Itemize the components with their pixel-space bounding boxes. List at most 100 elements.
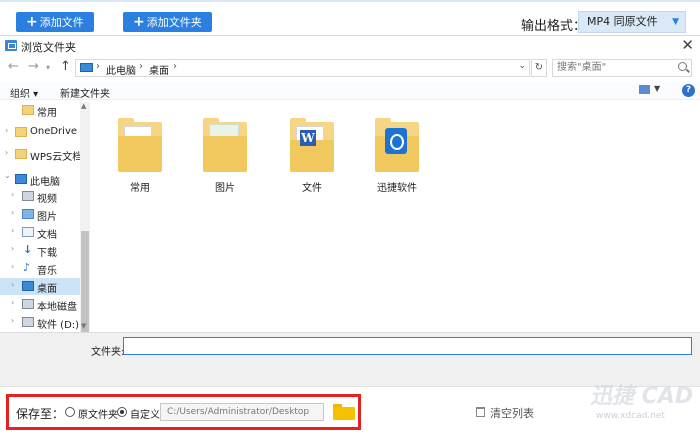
folder-icon — [15, 127, 27, 137]
tree-item-label: 桌面 — [37, 284, 57, 295]
trash-icon — [476, 407, 485, 417]
recent-dropdown-icon[interactable]: ▾ — [46, 63, 50, 72]
tree-item-music[interactable]: › ♪ 音乐 — [0, 260, 80, 277]
tree-item-this-pc[interactable]: ⌄ 此电脑 — [0, 171, 80, 188]
drive-icon — [22, 299, 34, 309]
add-file-button[interactable]: + 添加文件 — [16, 12, 94, 32]
chevron-right-icon[interactable]: › — [11, 298, 14, 307]
add-folder-label: 添加文件夹 — [146, 16, 202, 29]
chevron-right-icon[interactable]: › — [5, 126, 8, 135]
dialog-title-bar: 浏览文件夹 ✕ — [0, 36, 700, 56]
tree-item-pictures[interactable]: › 图片 — [0, 206, 80, 223]
view-icon[interactable] — [639, 85, 650, 94]
computer-icon — [15, 174, 27, 184]
add-file-label: 添加文件 — [39, 16, 84, 29]
app-folder-icon — [375, 116, 419, 172]
close-icon[interactable]: ✕ — [681, 36, 694, 54]
document-icon — [22, 227, 34, 237]
desktop-icon — [22, 281, 34, 291]
tree-scrollbar-thumb[interactable] — [81, 231, 89, 336]
breadcrumb-separator: › — [139, 61, 143, 72]
music-icon: ♪ — [23, 261, 31, 274]
video-icon — [22, 191, 34, 201]
chevron-right-icon[interactable]: › — [11, 208, 14, 217]
tree-item-label: 音乐 — [37, 266, 57, 277]
help-icon[interactable]: ? — [682, 84, 695, 97]
address-bar[interactable]: › 此电脑 › 桌面 › ⌄ — [75, 59, 530, 77]
folder-item-label: 图片 — [215, 183, 235, 194]
back-arrow-icon[interactable]: ← — [8, 59, 19, 74]
up-arrow-icon[interactable]: ↑ — [60, 59, 71, 74]
chevron-down-icon[interactable]: ▼ — [654, 84, 660, 93]
computer-icon — [80, 63, 93, 72]
app-toolbar: + 添加文件 + 添加文件夹 输出格式： MP4 同原文件 ▼ — [0, 0, 700, 35]
tree-item-onedrive[interactable]: › OneDrive — [0, 124, 80, 141]
organize-menu[interactable]: 组织 ▾ — [10, 85, 38, 100]
tree-item-wps-cloud[interactable]: › WPS云文档 — [0, 146, 83, 163]
tree-item-desktop[interactable]: › 桌面 — [0, 278, 80, 295]
image-folder-icon — [203, 116, 247, 172]
folder-item-label: 文件 — [302, 183, 322, 194]
folder-name-input[interactable] — [123, 337, 692, 355]
tree-item-disk-d[interactable]: › 软件 (D:) — [0, 314, 80, 331]
chevron-right-icon[interactable]: › — [11, 244, 14, 253]
browse-folder-icon[interactable] — [333, 404, 355, 420]
chevron-right-icon[interactable]: › — [5, 148, 8, 157]
output-format-value: MP4 同原文件 — [587, 15, 658, 28]
custom-folder-radio[interactable] — [117, 407, 127, 417]
tree-item-videos[interactable]: › 视频 — [0, 188, 80, 205]
tree-item-local-disk-c[interactable]: › 本地磁盘 ( — [0, 296, 84, 313]
tree-item-label: 常用 — [37, 108, 57, 119]
save-to-label: 保存至： — [16, 407, 65, 421]
folder-item-label: 迅捷软件 — [377, 183, 417, 194]
tree-item-label: 视频 — [37, 194, 57, 205]
tree-item-label: 文档 — [37, 230, 57, 241]
dialog-app-icon — [5, 40, 17, 51]
image-icon — [22, 209, 34, 219]
folder-icon — [15, 149, 27, 159]
chevron-right-icon[interactable]: › — [11, 262, 14, 271]
chevron-right-icon[interactable]: › — [11, 316, 14, 325]
refresh-button[interactable]: ↻ — [531, 59, 547, 77]
watermark-url: www.xdcad.net — [596, 411, 665, 421]
tree-item-label: 软件 (D:) — [37, 320, 80, 331]
tree-item-downloads[interactable]: › ↓ 下载 — [0, 242, 80, 259]
search-input[interactable]: 搜索"桌面" — [552, 59, 692, 77]
new-folder-button[interactable]: 新建文件夹 — [60, 85, 110, 100]
browse-folder-dialog: 浏览文件夹 ✕ ← → ▾ ↑ › 此电脑 › 桌面 › ⌄ ↻ 搜索"桌面" … — [0, 35, 700, 387]
output-format-select[interactable]: MP4 同原文件 ▼ — [578, 11, 686, 33]
add-folder-button[interactable]: + 添加文件夹 — [123, 12, 212, 32]
scroll-up-arrow-icon[interactable]: ▲ — [81, 102, 86, 110]
custom-folder-label[interactable]: 自定义 — [130, 406, 160, 421]
save-path-input[interactable]: C:/Users/Administrator/Desktop — [160, 403, 324, 421]
download-icon: ↓ — [23, 243, 33, 256]
refresh-icon: ↻ — [534, 62, 544, 73]
word-folder-icon: W — [290, 116, 334, 172]
chevron-right-icon[interactable]: › — [11, 190, 14, 199]
tree-item-label: OneDrive — [30, 126, 78, 137]
breadcrumb-separator: › — [173, 61, 177, 72]
breadcrumb-this-pc[interactable]: 此电脑 — [106, 62, 136, 77]
navigation-bar: ← → ▾ ↑ › 此电脑 › 桌面 › ⌄ ↻ 搜索"桌面" — [0, 57, 700, 79]
search-placeholder: 搜索"桌面" — [557, 62, 607, 73]
forward-arrow-icon[interactable]: → — [28, 59, 39, 74]
chevron-down-icon[interactable]: ⌄ — [518, 61, 526, 71]
original-folder-radio[interactable] — [65, 407, 75, 417]
tree-item-documents[interactable]: › 文档 — [0, 224, 80, 241]
breadcrumb-desktop[interactable]: 桌面 — [149, 62, 169, 77]
watermark-logo: 迅捷 CAD — [590, 384, 694, 409]
chevron-down-icon[interactable]: ⌄ — [4, 171, 11, 180]
search-icon — [678, 62, 687, 71]
scroll-down-arrow-icon[interactable]: ▼ — [81, 322, 86, 330]
folder-icon — [22, 105, 34, 115]
plus-icon: + — [26, 14, 38, 30]
chevron-right-icon[interactable]: › — [11, 226, 14, 235]
clear-list-button[interactable]: 清空列表 — [490, 405, 534, 421]
original-folder-label[interactable]: 原文件夹 — [78, 406, 118, 421]
folder-item-label: 常用 — [130, 183, 150, 194]
chevron-right-icon[interactable]: › — [11, 280, 14, 289]
dialog-title: 浏览文件夹 — [21, 41, 76, 54]
tree-item-quick-access[interactable]: 常用 — [0, 102, 80, 119]
tree-item-label: 本地磁盘 ( — [37, 302, 85, 313]
tree-item-label: WPS云文档 — [30, 152, 83, 163]
